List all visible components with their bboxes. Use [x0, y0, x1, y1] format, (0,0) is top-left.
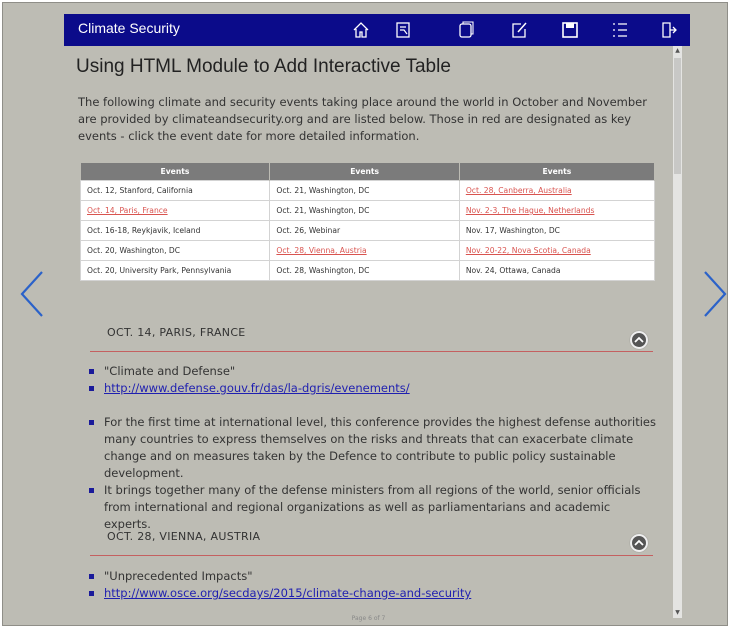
event-cell: Oct. 21, Washington, DC	[269, 180, 460, 201]
event-link[interactable]: http://www.defense.gouv.fr/das/la-dgris/…	[104, 381, 410, 395]
list-item: It brings together many of the defense m…	[88, 482, 658, 533]
section-paris-list: "Climate and Defense" http://www.defense…	[88, 363, 658, 397]
pages-icon[interactable]	[457, 21, 475, 39]
key-event-link[interactable]: Oct. 14, Paris, France	[79, 200, 271, 221]
save-icon[interactable]	[561, 21, 579, 39]
list-item: "Unprecedented Impacts"	[88, 568, 658, 585]
app-title: Climate Security	[78, 20, 180, 36]
event-name: "Unprecedented Impacts"	[104, 569, 253, 583]
event-name: "Climate and Defense"	[104, 364, 236, 378]
section-divider	[90, 555, 653, 556]
intro-paragraph: The following climate and security event…	[78, 95, 647, 143]
scroll-up-icon[interactable]: ▲	[673, 46, 682, 56]
event-cell: Oct. 26, Webinar	[269, 220, 460, 241]
section-paris-description: For the first time at international leve…	[88, 414, 658, 482]
event-cell: Oct. 28, Washington, DC	[269, 260, 460, 281]
page-number: Page 6 of 7	[351, 615, 386, 622]
content-scrollbar[interactable]: ▲ ▼	[673, 46, 682, 618]
description-text: For the first time at international leve…	[104, 415, 656, 480]
column-header: Events	[80, 163, 271, 181]
key-event-link[interactable]: Nov. 20-22, Nova Scotia, Canada	[458, 240, 656, 261]
key-event-link[interactable]: Oct. 28, Canberra, Australia	[458, 180, 656, 201]
notes-edit-icon[interactable]	[510, 21, 528, 39]
section-heading-paris[interactable]: OCT. 14, PARIS, FRANCE	[107, 326, 246, 339]
event-cell: Oct. 12, Stanford, California	[79, 180, 271, 201]
section-heading-vienna[interactable]: OCT. 28, VIENNA, AUSTRIA	[107, 530, 260, 543]
page-title: Using HTML Module to Add Interactive Tab…	[76, 56, 451, 77]
event-cell: Oct. 16-18, Reykjavik, Iceland	[79, 220, 271, 241]
table-row: Oct. 14, Paris, France Oct. 21, Washingt…	[79, 200, 656, 221]
column-header: Events	[459, 163, 656, 181]
collapse-section-icon[interactable]	[630, 331, 648, 349]
collapse-section-icon[interactable]	[630, 534, 648, 552]
list-icon[interactable]	[611, 21, 629, 39]
table-row: Oct. 12, Stanford, California Oct. 21, W…	[79, 180, 656, 201]
previous-page-arrow-icon[interactable]	[19, 270, 45, 318]
event-cell: Oct. 21, Washington, DC	[269, 200, 460, 221]
scroll-down-icon[interactable]: ▼	[673, 608, 682, 618]
list-item: For the first time at international leve…	[88, 414, 658, 482]
event-cell: Nov. 24, Ottawa, Canada	[458, 260, 656, 281]
list-item: http://www.osce.org/secdays/2015/climate…	[88, 585, 658, 602]
table-row: Oct. 20, Washington, DC Oct. 28, Vienna,…	[79, 240, 656, 261]
event-cell: Oct. 20, University Park, Pennsylvania	[79, 260, 271, 281]
description-text: It brings together many of the defense m…	[104, 483, 641, 531]
table-row: Oct. 16-18, Reykjavik, Iceland Oct. 26, …	[79, 220, 656, 241]
events-table: Events Events Events Oct. 12, Stanford, …	[79, 163, 656, 281]
next-page-arrow-icon[interactable]	[702, 270, 728, 318]
section-vienna-list: "Unprecedented Impacts" http://www.osce.…	[88, 568, 658, 602]
scroll-thumb[interactable]	[674, 58, 681, 174]
event-cell: Nov. 17, Washington, DC	[458, 220, 656, 241]
list-item: "Climate and Defense"	[88, 363, 658, 380]
exit-icon[interactable]	[660, 21, 678, 39]
key-event-link[interactable]: Oct. 28, Vienna, Austria	[269, 240, 460, 261]
column-header: Events	[269, 163, 460, 181]
bookmark-page-icon[interactable]	[394, 21, 412, 39]
event-cell: Oct. 20, Washington, DC	[79, 240, 271, 261]
section-paris-description-2: It brings together many of the defense m…	[88, 482, 658, 533]
event-link[interactable]: http://www.osce.org/secdays/2015/climate…	[104, 586, 471, 600]
list-item: http://www.defense.gouv.fr/das/la-dgris/…	[88, 380, 658, 397]
page-content: Using HTML Module to Add Interactive Tab…	[64, 46, 673, 624]
section-divider	[90, 351, 653, 352]
table-row: Oct. 20, University Park, Pennsylvania O…	[79, 260, 656, 281]
table-header-row: Events Events Events	[80, 163, 656, 181]
key-event-link[interactable]: Nov. 2-3, The Hague, Netherlands	[458, 200, 656, 221]
home-icon[interactable]	[352, 21, 370, 39]
top-toolbar: Climate Security	[64, 14, 690, 46]
